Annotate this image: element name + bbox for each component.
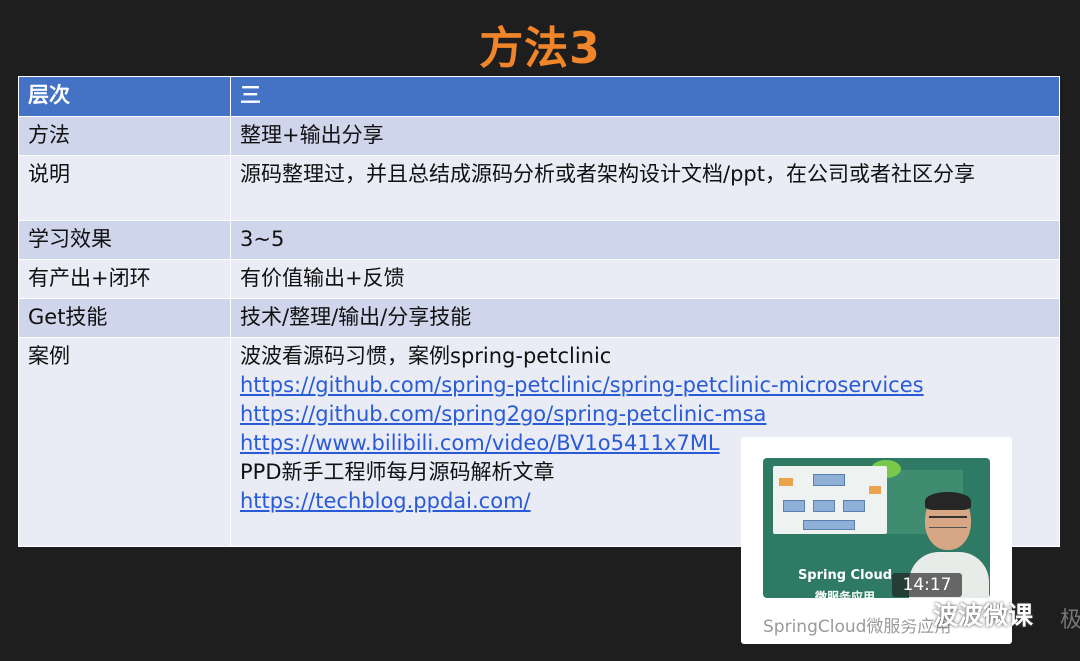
header-cell-level: 层次 xyxy=(18,76,231,117)
row-label: 有产出+闭环 xyxy=(18,259,231,299)
table-row: 有产出+闭环 有价值输出+反馈 xyxy=(18,259,1060,299)
case-text-line: 波波看源码习惯，案例spring-petclinic xyxy=(240,344,612,368)
row-label: Get技能 xyxy=(18,298,231,338)
github-msa-link[interactable]: https://github.com/spring2go/spring-petc… xyxy=(240,400,1050,429)
row-value: 3~5 xyxy=(230,220,1060,260)
header-cell-three: 三 xyxy=(230,76,1060,117)
watermark-edge-char: 极 xyxy=(1060,608,1080,633)
row-label: 学习效果 xyxy=(18,220,231,260)
watermark-text: 波波微课 xyxy=(933,601,1034,630)
row-label: 方法 xyxy=(18,116,231,156)
thumbnail-caption-line1: Spring Cloud xyxy=(797,568,893,583)
row-value: 整理+输出分享 xyxy=(230,116,1060,156)
architecture-diagram-image xyxy=(773,466,887,534)
row-value: 有价值输出+反馈 xyxy=(230,259,1060,299)
row-label: 案例 xyxy=(18,337,231,547)
row-value: 源码整理过，并且总结成源码分析或者架构设计文档/ppt，在公司或者社区分享 xyxy=(230,155,1060,221)
row-label: 说明 xyxy=(18,155,231,221)
video-duration-badge: 14:17 xyxy=(892,573,962,597)
table-row: 学习效果 3~5 xyxy=(18,220,1060,260)
thumbnail-caption-line2: 微服务应用 xyxy=(814,590,875,598)
table-header-row: 层次 三 xyxy=(18,76,1060,117)
github-microservices-link[interactable]: https://github.com/spring-petclinic/spri… xyxy=(240,371,1050,400)
table-row: 方法 整理+输出分享 xyxy=(18,116,1060,156)
row-value: 技术/整理/输出/分享技能 xyxy=(230,298,1060,338)
slide-title: 方法3 xyxy=(479,23,601,74)
wechat-icon xyxy=(896,601,924,624)
table-row: Get技能 技术/整理/输出/分享技能 xyxy=(18,298,1060,338)
table-row: 说明 源码整理过，并且总结成源码分析或者架构设计文档/ppt，在公司或者社区分享 xyxy=(18,155,1060,221)
